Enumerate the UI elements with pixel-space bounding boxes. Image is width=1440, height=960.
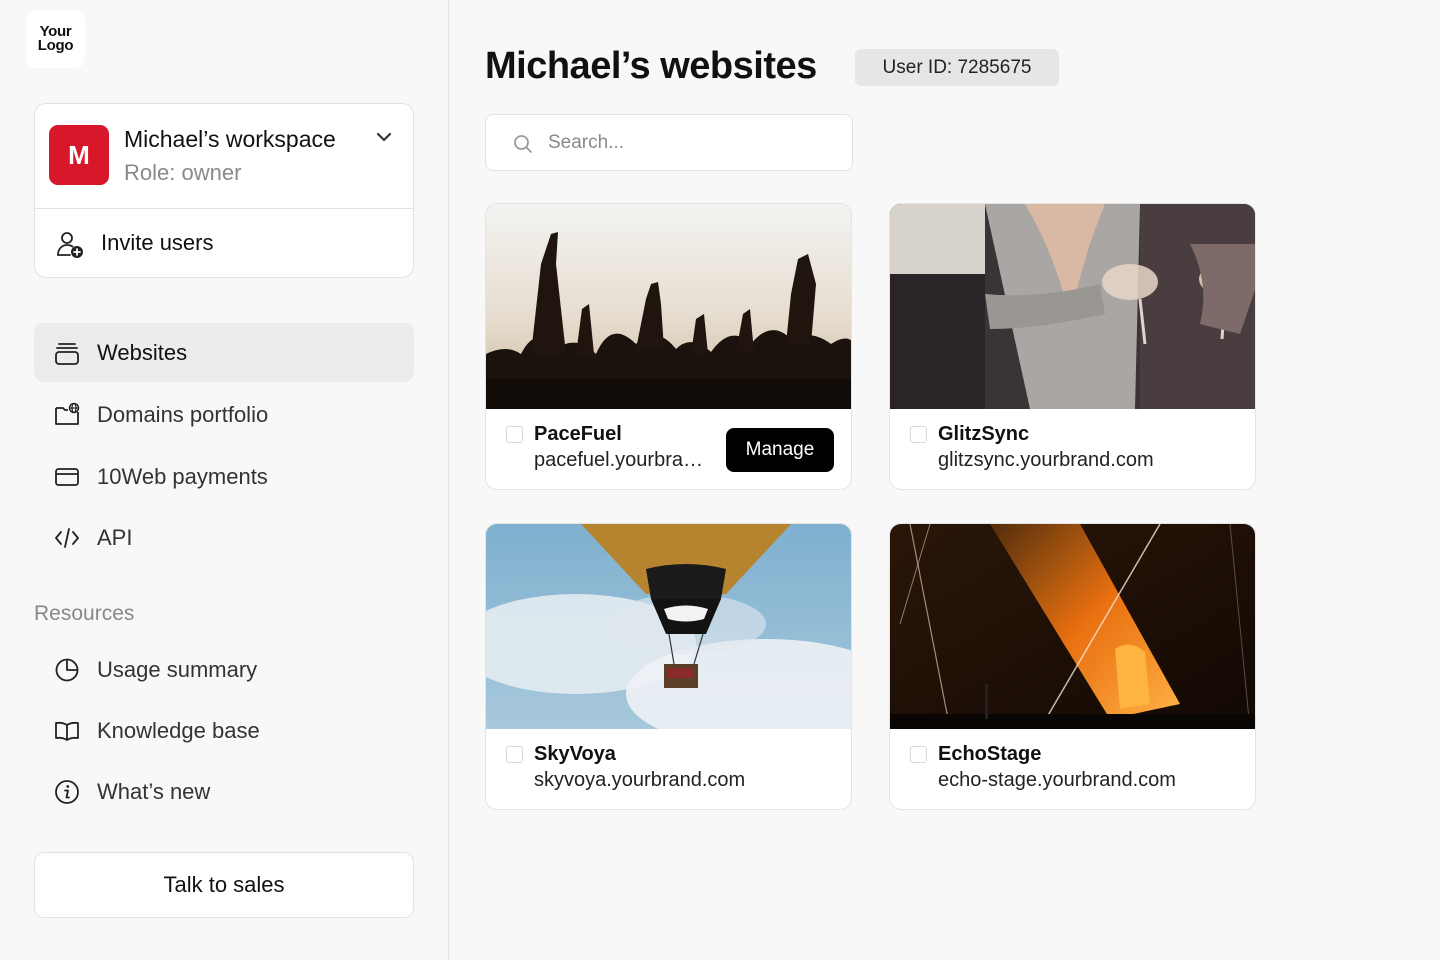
code-icon xyxy=(55,528,79,548)
website-thumbnail[interactable] xyxy=(890,524,1255,729)
add-user-icon xyxy=(57,232,83,258)
folder-globe-icon xyxy=(55,402,80,425)
invite-users-button[interactable]: Invite users xyxy=(35,209,413,277)
pie-chart-icon xyxy=(55,658,79,682)
page-title: Michael’s websites xyxy=(485,45,817,87)
website-card[interactable]: PaceFuel pacefuel.yourbrand.com Manage xyxy=(485,203,852,490)
websites-stack-icon xyxy=(55,343,79,365)
logo[interactable]: Your Logo xyxy=(26,10,85,68)
nav-label-websites: Websites xyxy=(97,340,188,365)
workspace-card: M Michael’s workspace Role: owner Invite… xyxy=(34,103,414,278)
book-open-icon xyxy=(55,721,79,741)
nav-item-websites[interactable]: Websites xyxy=(34,323,414,382)
workspace-avatar: M xyxy=(49,125,109,185)
nav-label-api: API xyxy=(97,525,133,550)
website-card[interactable]: GlitzSync glitzsync.yourbrand.com xyxy=(889,203,1256,490)
website-name: PaceFuel xyxy=(534,423,622,445)
website-url[interactable]: glitzsync.yourbrand.com xyxy=(938,449,1154,472)
workspace-switcher[interactable]: M Michael’s workspace Role: owner xyxy=(35,104,413,209)
concert-crowd-image xyxy=(486,204,851,409)
search-input[interactable] xyxy=(548,129,838,157)
nav-item-whats-new[interactable]: What’s new xyxy=(34,762,414,821)
nav-label-payments: 10Web payments xyxy=(97,464,268,489)
search-icon xyxy=(514,135,532,153)
search-box[interactable] xyxy=(485,114,853,171)
website-name: SkyVoya xyxy=(534,743,616,765)
website-name: GlitzSync xyxy=(938,423,1030,445)
nav-item-api[interactable]: API xyxy=(34,508,414,567)
party-champagne-image xyxy=(890,204,1255,409)
workspace-role: Role: owner xyxy=(124,160,242,185)
talk-to-sales-button[interactable]: Talk to sales xyxy=(34,852,414,918)
select-checkbox[interactable] xyxy=(910,746,927,763)
nav-item-knowledge-base[interactable]: Knowledge base xyxy=(34,701,414,760)
website-url[interactable]: echo-stage.yourbrand.com xyxy=(938,769,1176,792)
select-checkbox[interactable] xyxy=(506,746,523,763)
website-url[interactable]: skyvoya.yourbrand.com xyxy=(534,769,745,792)
info-icon xyxy=(55,780,79,804)
website-name: EchoStage xyxy=(938,743,1042,765)
nav-label-domains: Domains portfolio xyxy=(97,402,269,427)
main-content: Michael’s websites User ID: 7285675 Sear… xyxy=(450,0,1440,960)
nav-item-domains[interactable]: Domains portfolio xyxy=(34,385,414,444)
website-thumbnail[interactable] xyxy=(486,524,851,729)
nav-label-knowledge-base: Knowledge base xyxy=(97,718,260,743)
nav-label-usage-summary: Usage summary xyxy=(97,657,258,682)
invite-users-label: Invite users xyxy=(101,230,214,255)
website-card[interactable]: EchoStage echo-stage.yourbrand.com xyxy=(889,523,1256,810)
website-thumbnail[interactable] xyxy=(890,204,1255,409)
logo-text-line2: Logo xyxy=(37,37,74,54)
resources-heading: Resources xyxy=(34,602,135,625)
nav-label-whats-new: What’s new xyxy=(97,779,211,804)
sidebar: Your Logo M Michael’s workspace Role: ow… xyxy=(0,0,449,960)
workspace-name: Michael’s workspace xyxy=(124,126,336,152)
manage-button[interactable]: Manage xyxy=(726,428,834,472)
nav-item-usage-summary[interactable]: Usage summary xyxy=(34,640,414,699)
select-checkbox[interactable] xyxy=(506,426,523,443)
website-thumbnail[interactable] xyxy=(486,204,851,409)
stage-spotlight-image xyxy=(890,524,1255,729)
select-checkbox[interactable] xyxy=(910,426,927,443)
website-url[interactable]: pacefuel.yourbrand.com xyxy=(534,449,712,472)
hot-air-balloon-image xyxy=(486,524,851,729)
website-card[interactable]: SkyVoya skyvoya.yourbrand.com xyxy=(485,523,852,810)
chevron-down-icon[interactable] xyxy=(375,130,393,144)
credit-card-icon xyxy=(55,468,79,486)
user-id-badge: User ID: 7285675 xyxy=(855,49,1059,86)
nav-item-payments[interactable]: 10Web payments xyxy=(34,447,414,506)
